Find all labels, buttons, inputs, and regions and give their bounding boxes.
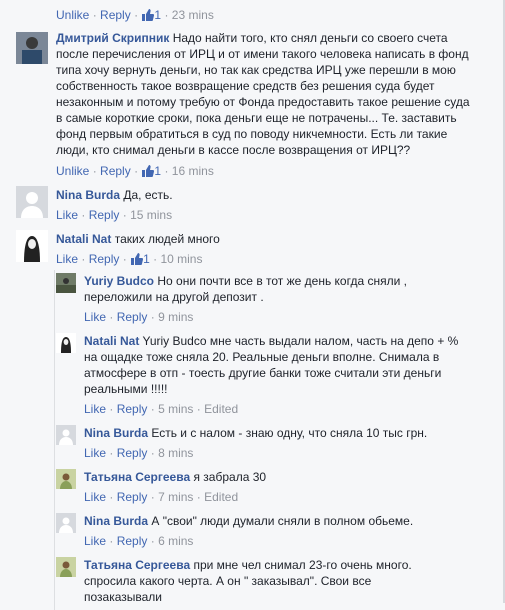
author-name[interactable]: Yuriy Budco [84, 274, 154, 288]
timestamp[interactable]: 8 mins [158, 446, 193, 460]
timestamp[interactable]: 6 mins [158, 534, 193, 548]
reply-link[interactable]: Reply [100, 164, 131, 178]
comment-text: Надо найти того, кто снял деньги со свое… [56, 31, 470, 157]
like-link[interactable]: Like [56, 208, 78, 222]
comment-actions: Like · Reply · 9 mins [84, 310, 194, 324]
like-link[interactable]: Like [84, 402, 106, 416]
avatar[interactable] [56, 425, 76, 445]
reply-link[interactable]: Reply [117, 310, 148, 324]
comment-actions: Like · Reply · 6 mins [84, 534, 194, 548]
timestamp[interactable]: 7 mins [158, 490, 193, 504]
thumbs-up-icon [142, 9, 155, 21]
comment-text: я забрала 30 [193, 470, 267, 484]
like-link[interactable]: Like [56, 252, 78, 266]
timestamp[interactable]: 23 mins [172, 8, 214, 22]
timestamp[interactable]: 10 mins [160, 252, 202, 266]
comment-actions: Like · Reply · 1 · 10 mins [56, 252, 203, 266]
avatar[interactable] [56, 469, 76, 489]
author-name[interactable]: Nina Burda [84, 426, 148, 440]
like-link[interactable]: Like [84, 446, 106, 460]
author-name[interactable]: Дмитрий Скрипник [56, 31, 169, 45]
timestamp[interactable]: 16 mins [172, 164, 214, 178]
reply-link[interactable]: Reply [89, 208, 120, 222]
author-name[interactable]: Nina Burda [56, 188, 120, 202]
comment-actions: Unlike · Reply · 1 · 16 mins [56, 164, 214, 178]
like-link[interactable]: Like [84, 490, 106, 504]
reply-thread-line [54, 270, 55, 610]
avatar[interactable] [56, 273, 76, 293]
like-count[interactable]: 1 [143, 252, 150, 266]
reply-link[interactable]: Reply [100, 8, 131, 22]
timestamp[interactable]: 5 mins [158, 402, 193, 416]
comment-actions: Like · Reply · 7 mins · Edited [84, 490, 239, 504]
reply-link[interactable]: Reply [117, 490, 148, 504]
avatar[interactable] [56, 513, 76, 533]
author-name[interactable]: Natali Nat [84, 334, 139, 348]
like-count[interactable]: 1 [154, 8, 161, 22]
comment-text: Да, есть. [123, 188, 173, 202]
reply-link[interactable]: Reply [117, 446, 148, 460]
avatar[interactable] [16, 230, 48, 262]
avatar[interactable] [16, 186, 48, 218]
comment-text: Yuriy Budco мне часть выдали налом, част… [84, 334, 459, 396]
unlike-link[interactable]: Unlike [56, 164, 89, 178]
like-count[interactable]: 1 [154, 164, 161, 178]
reply-link[interactable]: Reply [117, 402, 148, 416]
like-link[interactable]: Like [84, 534, 106, 548]
timestamp[interactable]: 15 mins [130, 208, 172, 222]
author-name[interactable]: Natali Nat [56, 232, 111, 246]
comment-text: Есть и с налом - знаю одну, что сняла 10… [151, 426, 428, 440]
comment-actions: Like · Reply · 5 mins · Edited [84, 402, 239, 416]
edited-label[interactable]: Edited [204, 402, 238, 416]
comment-actions: Unlike · Reply · 1 · 23 mins [56, 8, 214, 22]
author-name[interactable]: Татьяна Сергеева [84, 470, 190, 484]
avatar[interactable] [56, 557, 76, 577]
edited-label[interactable]: Edited [204, 490, 238, 504]
author-name[interactable]: Nina Burda [84, 514, 148, 528]
like-link[interactable]: Like [84, 310, 106, 324]
author-name[interactable]: Татьяна Сергеева [84, 558, 190, 572]
thumbs-up-icon [131, 253, 144, 265]
comment-text: А "свои" люди думали сняли в полном обье… [151, 514, 414, 528]
comment-actions: Like · Reply · 15 mins [56, 208, 173, 222]
timestamp[interactable]: 9 mins [158, 310, 193, 324]
avatar[interactable] [56, 333, 76, 353]
reply-link[interactable]: Reply [89, 252, 120, 266]
unlike-link[interactable]: Unlike [56, 8, 89, 22]
comment-text: таких людей много [114, 232, 220, 246]
reply-link[interactable]: Reply [117, 534, 148, 548]
comment-actions: Like · Reply · 8 mins [84, 446, 194, 460]
thumbs-up-icon [142, 165, 155, 177]
avatar[interactable] [16, 32, 48, 64]
